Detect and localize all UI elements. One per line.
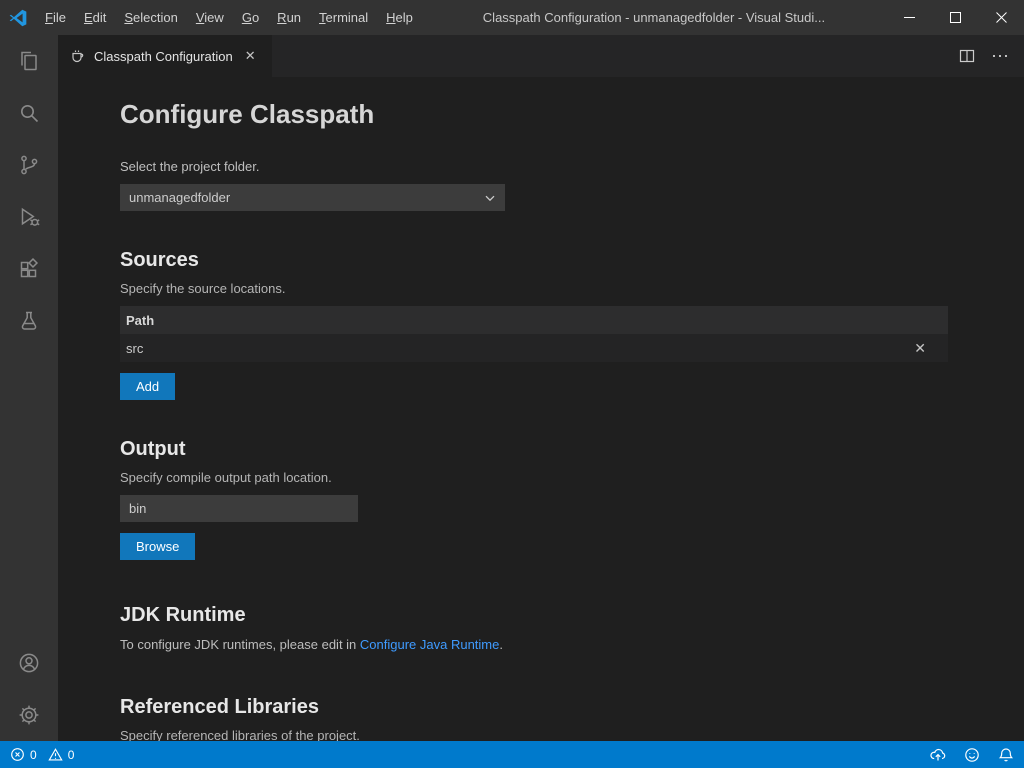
classpath-tab-cup-icon	[70, 48, 86, 64]
more-actions-icon[interactable]: ⋯	[991, 47, 1010, 65]
maximize-button[interactable]	[932, 0, 978, 35]
output-description: Specify compile output path location.	[120, 470, 948, 485]
window-controls	[886, 0, 1024, 35]
status-bar-right	[930, 747, 1014, 763]
sources-table: Path src ✕	[120, 306, 948, 362]
menu-file[interactable]: File	[36, 0, 75, 35]
cloud-upload-icon[interactable]	[930, 747, 946, 763]
tab-bar: Classpath Configuration ✕ ⋯	[58, 35, 1024, 77]
jdk-text-after: .	[499, 637, 503, 652]
problems-indicator[interactable]: 0 0	[10, 747, 80, 762]
chevron-down-icon	[484, 192, 496, 204]
remove-source-icon[interactable]: ✕	[914, 340, 926, 357]
window-title: Classpath Configuration - unmanagedfolde…	[422, 10, 886, 25]
menu-edit[interactable]: Edit	[75, 0, 115, 35]
activity-bar	[0, 35, 58, 741]
accounts-icon[interactable]	[0, 637, 58, 689]
close-tab-icon[interactable]: ✕	[241, 46, 260, 66]
project-folder-select[interactable]: unmanagedfolder	[120, 184, 505, 211]
path-column-header: Path	[126, 313, 154, 328]
project-folder-value: unmanagedfolder	[129, 190, 230, 205]
explorer-icon[interactable]	[0, 35, 58, 87]
error-count: 0	[30, 748, 37, 762]
split-editor-icon[interactable]	[959, 48, 975, 64]
sources-heading: Sources	[120, 249, 948, 272]
minimize-button[interactable]	[886, 0, 932, 35]
sources-table-header: Path	[120, 306, 948, 334]
referenced-libraries-description: Specify referenced libraries of the proj…	[120, 728, 948, 741]
output-path-input[interactable]	[120, 495, 358, 522]
menu-terminal[interactable]: Terminal	[310, 0, 377, 35]
settings-gear-icon[interactable]	[0, 689, 58, 741]
run-and-debug-icon[interactable]	[0, 191, 58, 243]
menu-help[interactable]: Help	[377, 0, 422, 35]
editor-area: Classpath Configuration ✕ ⋯ Configure Cl…	[58, 35, 1024, 741]
tab-classpath-configuration[interactable]: Classpath Configuration ✕	[58, 35, 272, 77]
vscode-logo-icon	[0, 0, 36, 35]
error-icon	[10, 747, 25, 762]
add-source-button[interactable]: Add	[120, 373, 175, 400]
jdk-runtime-text: To configure JDK runtimes, please edit i…	[120, 637, 948, 652]
notifications-bell-icon[interactable]	[998, 747, 1014, 763]
sources-description: Specify the source locations.	[120, 281, 948, 296]
menu-view[interactable]: View	[187, 0, 233, 35]
warning-icon	[48, 747, 63, 762]
main-region: Classpath Configuration ✕ ⋯ Configure Cl…	[0, 35, 1024, 741]
output-heading: Output	[120, 438, 948, 461]
project-folder-label: Select the project folder.	[120, 159, 948, 174]
jdk-runtime-heading: JDK Runtime	[120, 604, 948, 627]
title-bar: File Edit Selection View Go Run Terminal…	[0, 0, 1024, 35]
referenced-libraries-heading: Referenced Libraries	[120, 696, 948, 719]
browse-button[interactable]: Browse	[120, 533, 195, 560]
tab-label: Classpath Configuration	[94, 49, 233, 64]
source-control-icon[interactable]	[0, 139, 58, 191]
menu-go[interactable]: Go	[233, 0, 268, 35]
jdk-text-before: To configure JDK runtimes, please edit i…	[120, 637, 360, 652]
configure-java-runtime-link[interactable]: Configure Java Runtime	[360, 637, 499, 652]
status-bar: 0 0	[0, 741, 1024, 768]
source-row[interactable]: src ✕	[120, 334, 948, 362]
menu-selection[interactable]: Selection	[115, 0, 186, 35]
menu-run[interactable]: Run	[268, 0, 310, 35]
classpath-configuration-page: Configure Classpath Select the project f…	[58, 77, 1024, 741]
menu-bar: File Edit Selection View Go Run Terminal…	[36, 0, 422, 35]
feedback-icon[interactable]	[964, 747, 980, 763]
testing-icon[interactable]	[0, 295, 58, 347]
tab-actions: ⋯	[959, 35, 1024, 77]
search-icon[interactable]	[0, 87, 58, 139]
page-title: Configure Classpath	[120, 99, 948, 130]
warning-count: 0	[68, 748, 75, 762]
extensions-icon[interactable]	[0, 243, 58, 295]
close-button[interactable]	[978, 0, 1024, 35]
source-path-value: src	[126, 341, 143, 356]
